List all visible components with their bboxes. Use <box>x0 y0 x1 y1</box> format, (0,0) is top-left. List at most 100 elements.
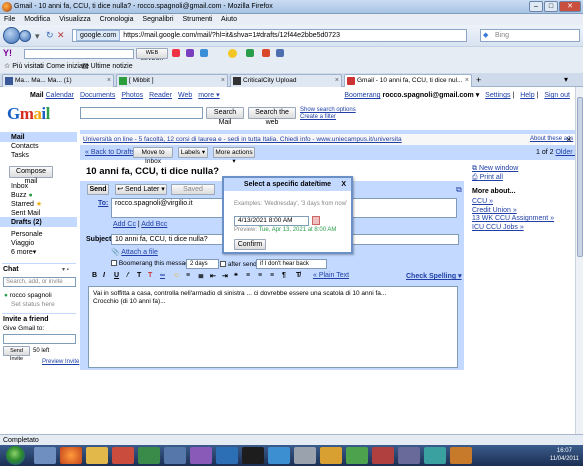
ad-link[interactable]: Università on line - 5 facoltà, 12 corsi… <box>83 136 402 143</box>
gmail-logo[interactable]: Gmail <box>7 104 50 124</box>
toolbar-icon[interactable] <box>246 49 254 57</box>
tab-4-active[interactable]: Gmail - 10 anni fa, CCU, ti dice nul... × <box>344 74 472 88</box>
smiley-icon[interactable] <box>228 49 237 58</box>
italic-button[interactable]: I <box>103 272 105 279</box>
more-actions-button[interactable]: More actions ▾ <box>213 147 255 165</box>
tab-close-icon[interactable]: × <box>221 75 225 87</box>
related-link[interactable]: Credit Union » <box>472 207 554 216</box>
toolbar-icon[interactable] <box>200 49 208 57</box>
glink-mail[interactable]: Mail <box>30 92 44 99</box>
emoticon-button[interactable]: ☺ <box>173 272 180 279</box>
signout-link[interactable]: Sign out <box>544 92 570 99</box>
datetime-input[interactable]: 4/13/2021 8:00 AM <box>234 216 309 226</box>
dropdown-arrow-icon[interactable]: ▾ <box>35 31 40 42</box>
menu-file[interactable]: File <box>4 16 15 23</box>
new-window-link[interactable]: ⧉ New window <box>472 165 518 174</box>
scrollbar-thumb[interactable] <box>577 97 583 257</box>
bold-button[interactable]: B <box>92 272 97 279</box>
sidebar-item-viaggio[interactable]: Viaggio <box>11 239 34 248</box>
preview-invite-link[interactable]: Preview Invite <box>42 359 79 365</box>
tab-close-icon[interactable]: × <box>465 75 469 87</box>
set-status[interactable]: Set status here <box>11 301 55 308</box>
bookmark-latest-news[interactable]: ▤ Ultime notizie <box>82 60 133 73</box>
taskbar-app-icon[interactable] <box>450 447 472 464</box>
taskbar-app-icon[interactable] <box>164 447 186 464</box>
popout-icon[interactable]: ⧉ <box>456 185 462 195</box>
message-body[interactable]: Vai in soffitta a casa, controlla nell'a… <box>88 286 458 368</box>
invite-email-input[interactable] <box>3 334 76 344</box>
system-clock[interactable]: 16:07 11/04/2011 <box>550 447 579 463</box>
taskbar-app-icon[interactable] <box>294 447 316 464</box>
quote-button[interactable]: ❝ <box>234 272 238 280</box>
taskbar-app-icon[interactable] <box>372 447 394 464</box>
tab-1[interactable]: Ma... Ma... Ma... (1) × <box>2 74 114 87</box>
minimize-button[interactable]: – <box>529 1 543 12</box>
boomerang-link[interactable]: Boomerang <box>344 92 380 99</box>
print-all-link[interactable]: ⎙ Print all <box>472 174 518 183</box>
create-filter-link[interactable]: Create a filter <box>300 114 356 121</box>
align-left-button[interactable]: ≡ <box>246 272 250 279</box>
rtl-button[interactable]: ¶ <box>282 272 286 279</box>
outdent-button[interactable]: ⇤ <box>210 272 216 280</box>
glink-documents[interactable]: Documents <box>80 92 115 99</box>
related-link[interactable]: CCU » <box>472 198 554 207</box>
sidebar-item-more-labels[interactable]: 6 more▾ <box>11 248 36 257</box>
align-center-button[interactable]: ≡ <box>258 272 262 279</box>
toolbar-icon[interactable] <box>262 49 270 57</box>
glink-calendar[interactable]: Calendar <box>46 92 74 99</box>
attach-file[interactable]: 📎 Attach a file <box>111 248 158 256</box>
taskbar-app-icon[interactable] <box>112 447 134 464</box>
compose-mail-button[interactable]: Compose mail <box>9 166 53 185</box>
menu-bookmarks[interactable]: Segnalibri <box>142 16 173 23</box>
toolbar-icon[interactable] <box>172 49 180 57</box>
send-button[interactable]: Send <box>87 184 109 195</box>
glink-web[interactable]: Web <box>178 92 192 99</box>
menu-help[interactable]: Aiuto <box>221 16 237 23</box>
move-to-inbox-button[interactable]: Move to Inbox <box>133 147 173 165</box>
related-link[interactable]: ICU CCU Jobs » <box>472 224 554 233</box>
back-button[interactable] <box>3 27 20 44</box>
underline-button[interactable]: U <box>114 272 119 279</box>
calendar-icon[interactable] <box>312 216 320 225</box>
boomerang-checkbox[interactable] <box>111 260 117 267</box>
chat-user[interactable]: ● rocco spagnoli <box>4 292 52 299</box>
taskbar-app-icon[interactable] <box>190 447 212 464</box>
chat-collapse-icon[interactable]: ▾ ▪ <box>62 266 69 273</box>
tab-2[interactable]: [ Mibbit ] × <box>116 74 228 87</box>
send-later-button[interactable]: ↩ Send Later ▾ <box>115 184 167 195</box>
show-search-options-link[interactable]: Show search options <box>300 107 356 114</box>
add-bcc-link[interactable]: Add Bcc <box>141 221 167 228</box>
glink-more[interactable]: more ▾ <box>198 92 219 99</box>
dialog-close-icon[interactable]: X <box>341 178 346 191</box>
glink-photos[interactable]: Photos <box>121 92 143 99</box>
maximize-button[interactable]: □ <box>544 1 558 12</box>
font-button[interactable]: 𝑓 <box>126 272 128 280</box>
settings-link[interactable]: Settings <box>485 92 510 99</box>
saved-button[interactable]: Saved <box>171 184 215 195</box>
indent-button[interactable]: ⇥ <box>222 272 228 280</box>
sidebar-item-mail[interactable]: Mail <box>11 133 25 142</box>
tab-list-icon[interactable]: ▾ <box>564 75 568 84</box>
taskbar-folder-icon[interactable] <box>86 447 108 464</box>
chat-search-input[interactable]: Search, add, or invite <box>3 277 76 287</box>
forward-button[interactable] <box>19 30 31 42</box>
help-link[interactable]: Help <box>520 92 534 99</box>
taskbar-app-icon[interactable] <box>424 447 446 464</box>
confirm-button[interactable]: Confirm <box>234 239 266 250</box>
menu-view[interactable]: Visualizza <box>59 16 90 23</box>
search-mail-button[interactable]: Search Mail <box>206 107 244 126</box>
taskbar-firefox-icon[interactable] <box>60 447 82 464</box>
align-right-button[interactable]: ≡ <box>270 272 274 279</box>
menu-edit[interactable]: Modifica <box>24 16 50 23</box>
reload-icon[interactable]: ↻ <box>46 30 54 41</box>
toolbar-icon[interactable] <box>276 49 284 57</box>
start-button[interactable] <box>6 446 25 465</box>
taskbar-app-icon[interactable] <box>216 447 238 464</box>
search-box[interactable]: ◆ Bing <box>480 29 580 42</box>
sidebar-item-contacts[interactable]: Contacts <box>11 142 39 151</box>
tab-close-icon[interactable]: × <box>107 75 111 87</box>
page-scrollbar[interactable] <box>575 87 583 434</box>
back-to-drafts-link[interactable]: « Back to Drafts <box>85 149 135 156</box>
menu-tools[interactable]: Strumenti <box>183 16 213 23</box>
related-link[interactable]: 13 WK CCU Assignment » <box>472 215 554 224</box>
